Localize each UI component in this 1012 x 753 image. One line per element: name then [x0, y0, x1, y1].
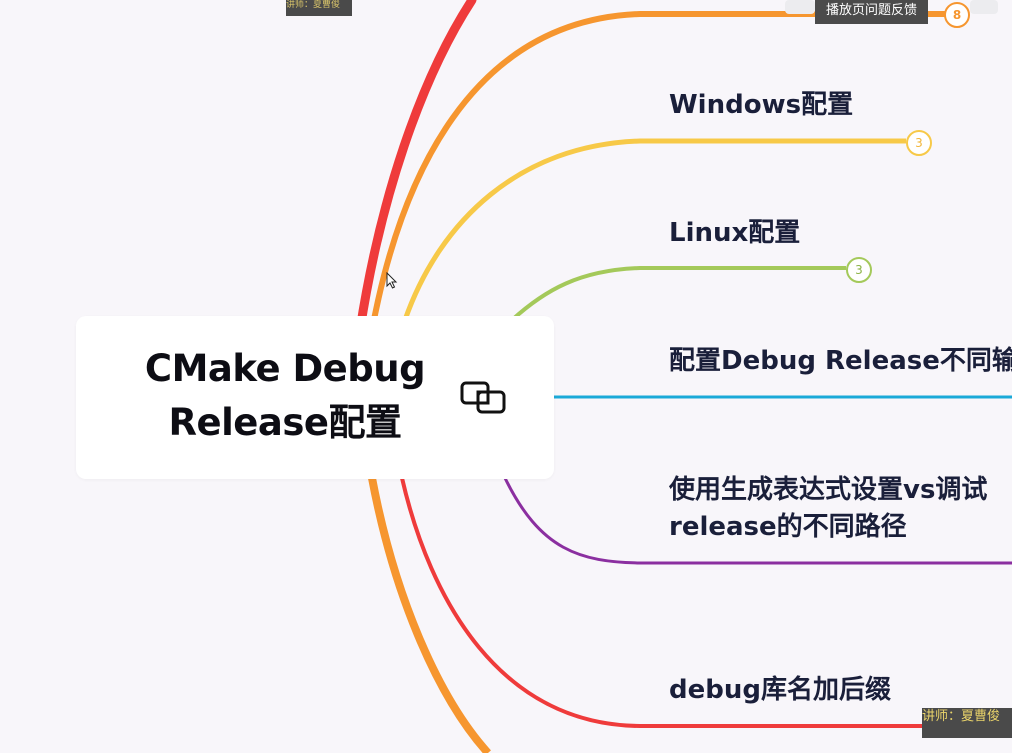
toolbar-pill-right[interactable] [970, 0, 998, 14]
central-topic-line2: Release配置 [168, 401, 402, 444]
topic-debug-release-output[interactable]: 配置Debug Release不同输 [669, 343, 1012, 379]
branch-yellow-windows [402, 138, 906, 321]
topic-genexpr-line1[interactable]: 使用生成表达式设置vs调试 [669, 472, 987, 508]
mouse-cursor-icon [386, 272, 398, 289]
toolbar-pill-left[interactable] [785, 0, 815, 14]
mindmap-canvas: CMake Debug Release配置 Windows配置 3 Linux配… [0, 0, 1012, 753]
linked-topics-icon[interactable] [459, 379, 509, 415]
branch-green-linux [510, 266, 846, 322]
branch-orange-top [369, 11, 960, 331]
topic-linux[interactable]: Linux配置 [669, 215, 800, 251]
topic-debug-suffix[interactable]: debug库名加后缀 [669, 672, 891, 708]
topic-genexpr-line2[interactable]: release的不同路径 [669, 509, 907, 545]
central-topic[interactable]: CMake Debug Release配置 [76, 316, 554, 479]
topic-windows-count-badge[interactable]: 3 [906, 130, 932, 156]
speaker-watermark-bottom: 讲师：夏曹俊 [922, 708, 1012, 738]
top-branch-count-badge[interactable]: 8 [944, 2, 970, 28]
central-topic-title: CMake Debug Release配置 [76, 342, 494, 450]
topic-linux-count-badge[interactable]: 3 [846, 257, 872, 283]
speaker-watermark-top: 讲师：夏曹俊 [286, 0, 352, 16]
branch-red-top [355, 0, 477, 335]
branch-orange-bottom [368, 477, 491, 753]
central-topic-line1: CMake Debug [144, 347, 426, 390]
feedback-button[interactable]: 播放页问题反馈 [815, 0, 928, 24]
topic-windows[interactable]: Windows配置 [669, 87, 853, 123]
